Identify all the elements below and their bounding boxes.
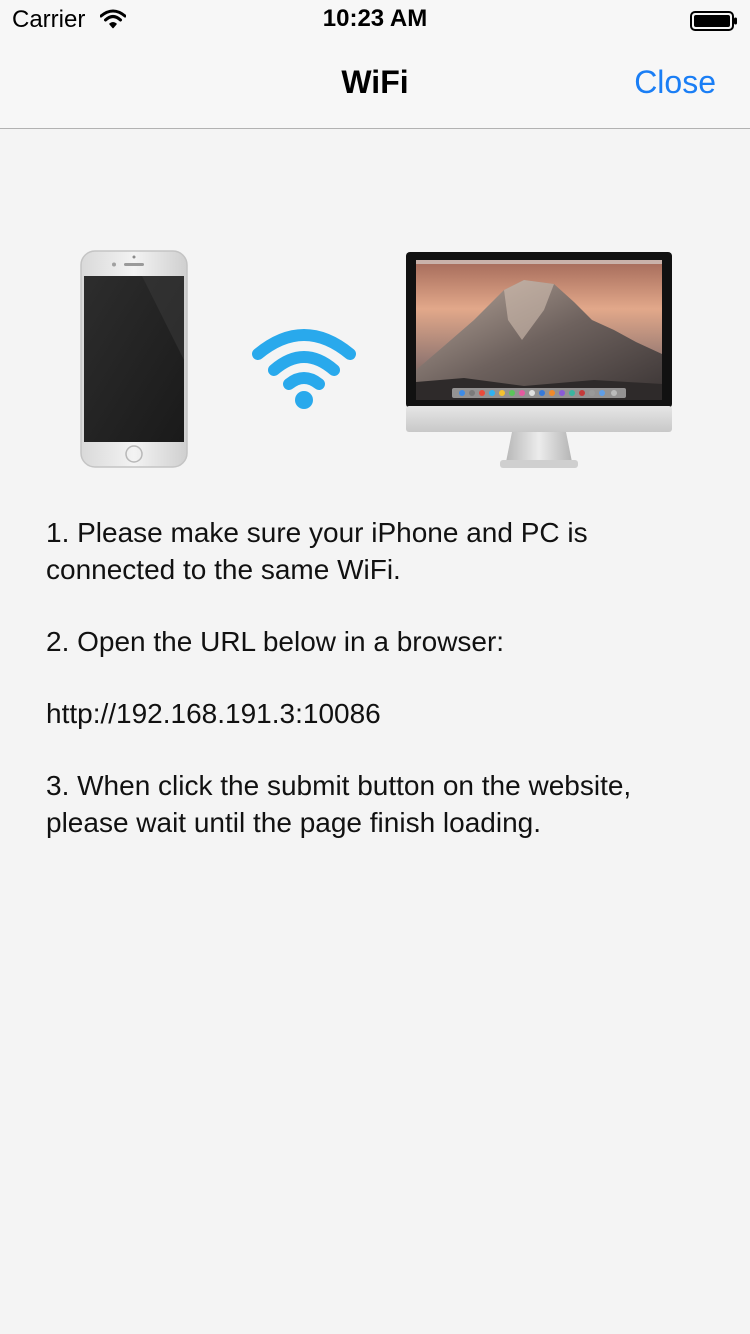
- instruction-step-1: 1. Please make sure your iPhone and PC i…: [46, 517, 588, 585]
- instruction-step-3: 3. When click the submit button on the w…: [46, 770, 632, 838]
- close-button[interactable]: Close: [634, 64, 716, 101]
- instructions: 1. Please make sure your iPhone and PC i…: [46, 514, 716, 876]
- server-url: http://192.168.191.3:10086: [46, 698, 381, 729]
- imac-image: [406, 252, 672, 468]
- navigation-bar: WiFi Close: [0, 40, 750, 129]
- battery-full-icon: [690, 11, 737, 31]
- iphone-image: [80, 250, 188, 468]
- instruction-step-2: 2. Open the URL below in a browser:: [46, 626, 505, 657]
- status-bar: Carrier 10:23 AM: [0, 0, 750, 40]
- wifi-icon: [252, 329, 356, 409]
- connection-illustration: [0, 240, 750, 480]
- clock: 10:23 AM: [322, 5, 428, 32]
